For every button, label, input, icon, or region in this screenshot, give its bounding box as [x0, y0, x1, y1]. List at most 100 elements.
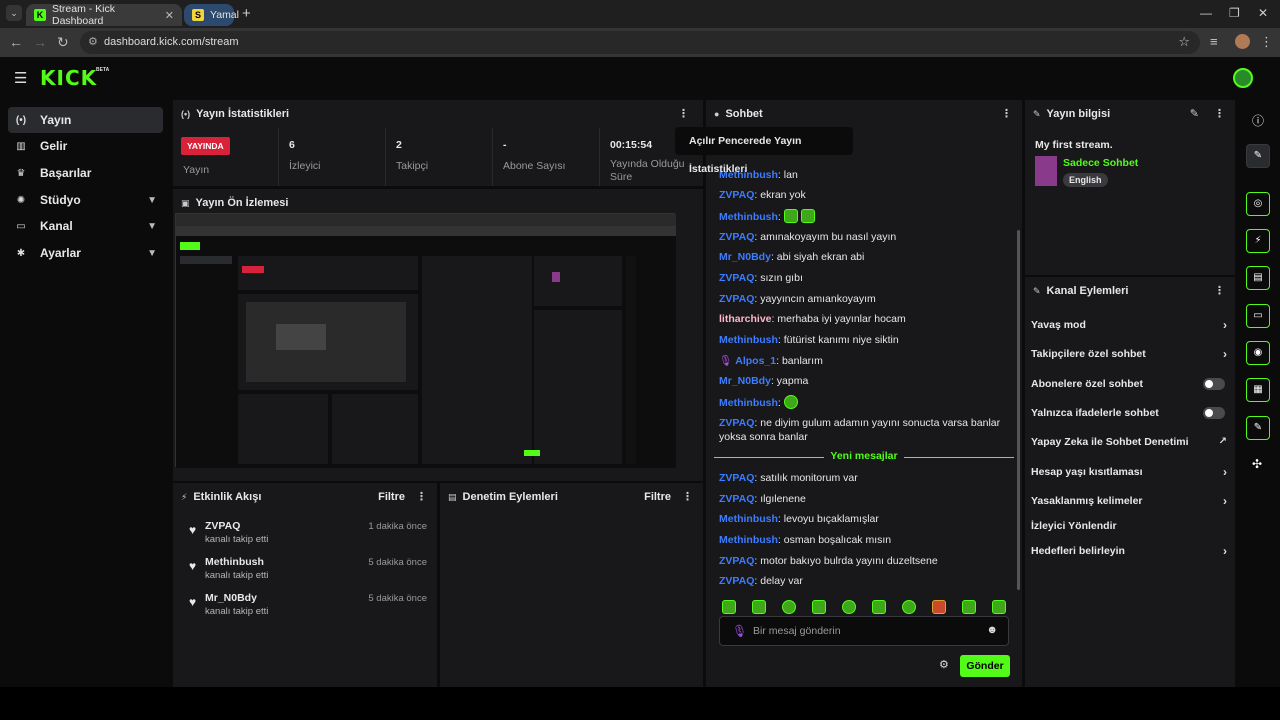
chat-username[interactable]: ZVPAQ	[719, 575, 754, 587]
browser-profile-avatar[interactable]	[1235, 34, 1250, 49]
panel-title: Etkinlik Akışı	[193, 491, 262, 503]
close-window-icon[interactable]: ✕	[1258, 6, 1268, 20]
add-widget-icon[interactable]: ✣	[1252, 457, 1262, 471]
more-options-icon[interactable]: ⋮	[682, 490, 693, 503]
sidebar-item-yayin[interactable]: (•) Yayın	[8, 107, 163, 133]
sidebar-item-basarilar[interactable]: ♛ Başarılar	[8, 160, 163, 186]
edit-icon[interactable]: ✎	[1246, 144, 1270, 168]
layout-icon[interactable]: ▦	[1246, 378, 1270, 402]
emote-icon[interactable]	[962, 600, 976, 614]
emote-icon[interactable]	[902, 600, 916, 614]
bookmark-star-icon[interactable]: ☆	[1178, 34, 1190, 50]
maximize-icon[interactable]: ❐	[1229, 6, 1240, 20]
reload-icon[interactable]: ↻	[57, 34, 69, 51]
chat-username[interactable]: ZVPAQ	[719, 189, 754, 201]
minimize-icon[interactable]: —	[1200, 6, 1212, 20]
edit-pencil-icon[interactable]: ✎	[1190, 107, 1199, 120]
site-info-icon[interactable]: ⚙	[88, 35, 98, 48]
emoji-picker-icon[interactable]: ☻	[986, 624, 998, 636]
stream-preview-panel: ▣ Yayın Ön İzlemesi	[173, 189, 703, 481]
chat-username[interactable]: litharchive	[719, 313, 772, 325]
chat-username[interactable]: ZVPAQ	[719, 472, 754, 484]
action-slow-mode[interactable]: Yavaş mod ›	[1031, 315, 1227, 335]
subscribers-only-toggle[interactable]	[1203, 378, 1225, 390]
more-options-icon[interactable]: ⋮	[1214, 107, 1225, 120]
lightning-icon[interactable]: ⚡	[1246, 229, 1270, 253]
chat-username[interactable]: ZVPAQ	[719, 272, 754, 284]
emote-icon[interactable]	[842, 600, 856, 614]
chat-settings-icon[interactable]: ⚙	[939, 658, 949, 671]
external-link-icon: ↗	[1218, 436, 1227, 447]
action-set-goals[interactable]: Hedefleri belirleyin ›	[1031, 541, 1227, 561]
event-time: 1 dakika önce	[368, 521, 427, 532]
sidebar-item-kanal[interactable]: ▭ Kanal ▼	[8, 213, 163, 239]
followers-stat: 2 Takipçi	[385, 128, 492, 186]
more-options-icon[interactable]: ⋮	[416, 490, 427, 503]
media-controls-icon[interactable]: ≡	[1210, 34, 1218, 49]
document-icon[interactable]: ▤	[1246, 266, 1270, 290]
browser-menu-icon[interactable]: ⋮	[1260, 34, 1273, 50]
broadcast-icon[interactable]: ◉	[1246, 341, 1270, 365]
chat-username[interactable]: Methinbush	[719, 513, 778, 525]
send-button[interactable]: Gönder	[960, 655, 1010, 677]
more-options-icon[interactable]: ⋮	[1214, 284, 1225, 297]
back-icon[interactable]: ←	[9, 34, 23, 50]
category-name[interactable]: Sadece Sohbet	[1063, 157, 1138, 169]
emote-icon[interactable]	[812, 600, 826, 614]
tab-search-icon[interactable]: ⌄	[6, 5, 22, 21]
chat-username[interactable]: ZVPAQ	[719, 493, 754, 505]
browser-tab-inactive[interactable]: S Yamal	[184, 4, 239, 26]
forward-icon[interactable]: →	[33, 34, 47, 50]
emotes-only-toggle[interactable]	[1203, 407, 1225, 419]
chat-username[interactable]: Methinbush	[719, 534, 778, 546]
action-host-viewers[interactable]: İzleyici Yönlendir	[1031, 516, 1227, 536]
filter-button[interactable]: Filtre	[378, 491, 405, 503]
emote-icon[interactable]	[872, 600, 886, 614]
chat-username[interactable]: ZVPAQ	[719, 417, 754, 429]
filter-button[interactable]: Filtre	[644, 491, 671, 503]
chat-username[interactable]: Mr_N0Bdy	[719, 375, 771, 387]
chat-bubble-icon[interactable]: ▭	[1246, 304, 1270, 328]
stream-preview-video[interactable]	[175, 213, 676, 468]
hamburger-menu-icon[interactable]: ☰	[14, 69, 27, 87]
chat-username[interactable]: Methinbush	[719, 211, 778, 223]
close-tab-icon[interactable]: ✕	[165, 9, 174, 22]
chat-username[interactable]: Alpos_1	[735, 355, 776, 367]
wrench-icon[interactable]: ✎	[1246, 416, 1270, 440]
user-avatar[interactable]	[1233, 68, 1253, 88]
chat-scrollbar[interactable]	[1017, 230, 1020, 590]
more-options-icon[interactable]: ⋮	[1001, 107, 1012, 120]
emote-icon[interactable]	[932, 600, 946, 614]
new-tab-icon[interactable]: +	[242, 5, 251, 22]
action-banned-words[interactable]: Yasaklanmış kelimeler ›	[1031, 491, 1227, 511]
emote-icon[interactable]	[992, 600, 1006, 614]
event-username[interactable]: Mr_N0Bdy	[205, 592, 257, 604]
kick-logo[interactable]: KICK	[40, 66, 97, 90]
sidebar-item-ayarlar[interactable]: ✱ Ayarlar ▼	[8, 240, 163, 266]
chat-message: ZVPAQ: amınakoyayım bu nasıl yayın	[719, 231, 897, 243]
chat-username[interactable]: ZVPAQ	[719, 293, 754, 305]
sidebar-item-studyo[interactable]: ✺ Stüdyo ▼	[8, 187, 163, 213]
event-username[interactable]: Methinbush	[205, 556, 264, 568]
browser-tab-active[interactable]: K Stream - Kick Dashboard ✕	[26, 3, 182, 27]
action-ai-moderation[interactable]: Yapay Zeka ile Sohbet Denetimi ↗	[1031, 432, 1227, 452]
chat-username[interactable]: Methinbush	[719, 397, 778, 409]
emote-icon[interactable]	[752, 600, 766, 614]
target-icon[interactable]: ◎	[1246, 192, 1270, 216]
chat-username[interactable]: Mr_N0Bdy	[719, 251, 771, 263]
emote-icon[interactable]	[782, 600, 796, 614]
action-account-age[interactable]: Hesap yaşı kısıtlaması ›	[1031, 462, 1227, 482]
microphone-icon[interactable]: 🎙	[732, 624, 747, 638]
info-icon[interactable]: ⓘ	[1252, 112, 1264, 129]
more-options-icon[interactable]: ⋮	[678, 107, 689, 120]
chat-message-input[interactable]: 🎙 Bir mesaj gönderin ☻	[719, 616, 1009, 646]
event-username[interactable]: ZVPAQ	[205, 520, 240, 532]
chat-username[interactable]: ZVPAQ	[719, 555, 754, 567]
chat-username[interactable]: ZVPAQ	[719, 231, 754, 243]
sidebar-item-gelir[interactable]: ▥ Gelir	[8, 133, 163, 159]
action-followers-only[interactable]: Takipçilere özel sohbet ›	[1031, 344, 1227, 364]
heart-icon: ♥	[189, 559, 197, 573]
url-field[interactable]: ⚙ dashboard.kick.com/stream ☆	[80, 31, 1200, 54]
chat-username[interactable]: Methinbush	[719, 334, 778, 346]
emote-icon[interactable]	[722, 600, 736, 614]
